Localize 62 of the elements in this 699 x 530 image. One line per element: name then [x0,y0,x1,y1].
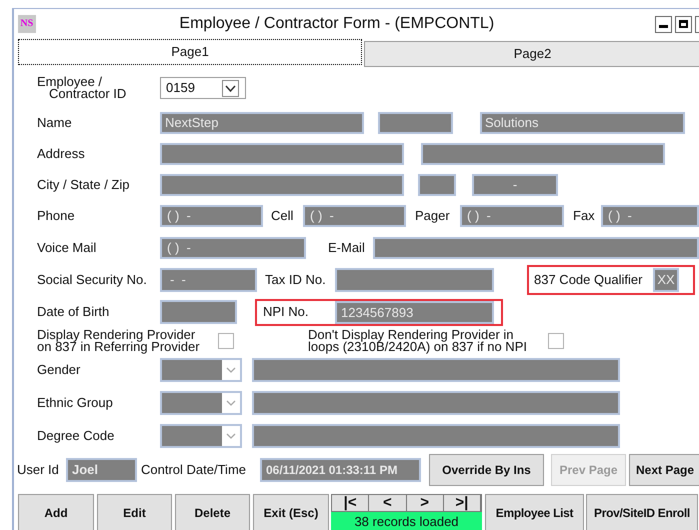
tab[interactable]: Page2 [364,41,699,67]
contractor-id-dropdown[interactable]: 0159 [160,77,246,99]
input-field[interactable] [160,143,404,165]
field-label: Date of Birth [37,303,110,322]
field-label: E-Mail [328,239,366,258]
override-button[interactable]: Override By Ins [429,454,544,486]
checkbox-label: Display Rendering Provider on 837 in Referring Provider [37,329,201,353]
field-label: Pager [415,207,451,226]
nav-button[interactable]: >| [444,495,481,511]
dropdown[interactable] [160,391,242,415]
checkbox[interactable] [218,333,234,349]
field-label: Ethnic Group [37,394,114,412]
maximize-icon[interactable] [675,16,692,32]
action-button[interactable]: Edit [97,494,172,530]
minimize-icon[interactable] [655,16,672,32]
action-button[interactable]: Delete [175,494,250,530]
chevron-down-icon [222,360,240,380]
field-label: NPI No. [263,303,310,322]
window-title: Employee / Contractor Form - (EMPCONTL) [178,14,496,34]
input-field[interactable] [160,300,237,324]
field-label: Tax ID No. [265,271,327,290]
nav-button[interactable]: < [369,495,406,511]
input-field[interactable] [252,391,620,415]
checkbox-label: Don't Display Rendering Provider in loops (2310B/2420A) on 837 if no NPI [308,329,528,353]
dropdown[interactable] [160,358,242,382]
field-label: 837 Code Qualifier [534,271,644,290]
chevron-down-icon [222,393,240,413]
field-label: Cell [271,207,294,226]
input-field[interactable] [373,237,699,259]
action-button[interactable]: Employee List [485,494,584,530]
input-field[interactable] [335,268,494,292]
nav-button[interactable]: |< [332,495,370,511]
app-icon: NS [18,15,36,33]
field-label: Address [37,145,86,164]
field-label: Degree Code [37,427,116,446]
input-field[interactable] [252,358,620,382]
field-label: Fax [573,207,596,226]
input-field[interactable] [378,112,453,134]
field-label: Name [37,114,73,132]
action-button[interactable]: Prov/SiteID Enroll [586,494,698,530]
field-label: Control Date/Time [141,461,247,480]
field-label: Employee / Contractor ID [37,76,128,100]
checkbox[interactable] [548,333,564,349]
input-field[interactable] [160,174,404,196]
action-button[interactable]: Exit (Esc) [253,494,329,530]
field-label: Voice Mail [37,239,98,258]
status-bar: 38 records loaded [331,512,482,530]
next-page-button[interactable]: Next Page [629,454,699,486]
dropdown[interactable] [160,424,242,448]
input-field[interactable] [252,424,620,448]
input-field[interactable] [421,143,665,165]
field-label: User Id [17,461,60,480]
tab[interactable]: Page1 [18,39,362,65]
field-label: Social Security No. [37,271,148,290]
field-label: Gender [37,361,82,380]
field-label: Phone [37,207,76,226]
input-field[interactable] [418,174,456,196]
field-label: City / State / Zip [37,176,130,194]
action-button[interactable]: Add [18,494,94,530]
nav-button[interactable]: > [406,495,444,511]
chevron-down-icon [222,426,240,446]
chevron-down-icon [222,80,239,96]
